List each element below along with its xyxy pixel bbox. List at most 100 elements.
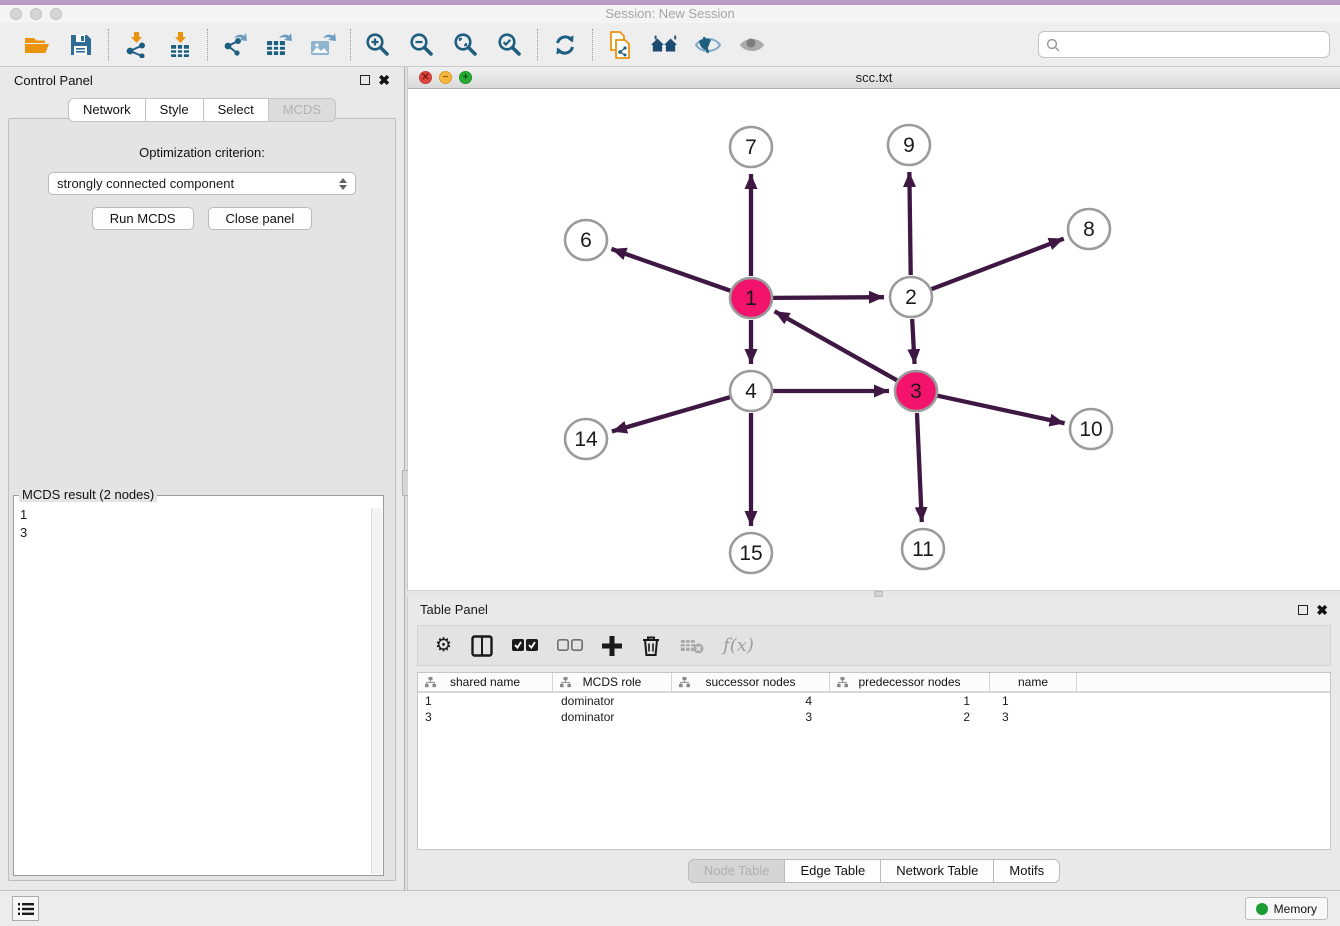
eye-icon[interactable] <box>738 31 766 59</box>
column-header-predecessor-nodes[interactable]: predecessor nodes <box>830 673 990 691</box>
save-session-icon[interactable] <box>67 31 95 59</box>
refresh-view-icon[interactable] <box>551 31 579 59</box>
edge-3-1[interactable] <box>775 311 897 380</box>
graph-node-8[interactable]: 8 <box>1068 209 1110 249</box>
task-history-button[interactable] <box>12 896 39 921</box>
clone-network-icon[interactable] <box>606 31 634 59</box>
optimization-criterion-dropdown[interactable]: strongly connected component <box>48 172 356 195</box>
mcds-result-list: 1 3 <box>20 506 365 873</box>
tab-network[interactable]: Network <box>68 98 146 122</box>
zoom-out-icon[interactable] <box>408 31 436 59</box>
horizontal-splitter[interactable] <box>407 590 1340 597</box>
network-window-titlebar[interactable]: ✕ − + scc.txt <box>408 67 1340 89</box>
result-scrollbar[interactable] <box>371 508 382 874</box>
table-cell[interactable]: dominator <box>553 710 672 724</box>
svg-text:7: 7 <box>745 136 757 159</box>
eye-slash-icon[interactable] <box>694 31 722 59</box>
graph-node-4[interactable]: 4 <box>730 371 772 411</box>
zoom-selected-icon[interactable] <box>496 31 524 59</box>
tab-mcds[interactable]: MCDS <box>269 98 336 122</box>
table-row[interactable]: 3dominator323 <box>418 709 1330 725</box>
tab-node-table[interactable]: Node Table <box>688 859 786 883</box>
export-network-icon[interactable] <box>221 31 249 59</box>
edge-3-10[interactable] <box>937 396 1064 424</box>
graph-node-2[interactable]: 2 <box>890 277 932 317</box>
memory-status-icon <box>1256 903 1268 915</box>
table-cell[interactable]: 1 <box>830 694 990 708</box>
show-columns-icon[interactable] <box>471 633 493 659</box>
edge-3-11[interactable] <box>917 413 922 522</box>
edge-2-9[interactable] <box>909 172 910 275</box>
table-row[interactable]: 1dominator411 <box>418 693 1330 709</box>
window-title: Session: New Session <box>0 6 1340 21</box>
delete-column-icon[interactable] <box>641 633 661 659</box>
table-cell[interactable]: 3 <box>990 710 1077 724</box>
node-table[interactable]: shared nameMCDS rolesuccessor nodesprede… <box>417 672 1331 850</box>
float-panel-icon[interactable] <box>1298 605 1308 615</box>
close-panel-icon[interactable]: ✖ <box>378 75 390 85</box>
graph-node-1[interactable]: 1 <box>730 278 772 318</box>
add-column-icon[interactable] <box>602 633 622 659</box>
run-mcds-button[interactable]: Run MCDS <box>92 207 194 230</box>
zoom-fit-icon[interactable] <box>452 31 480 59</box>
table-cell[interactable]: dominator <box>553 694 672 708</box>
export-table-icon[interactable] <box>265 31 293 59</box>
tab-edge-table[interactable]: Edge Table <box>785 859 881 883</box>
tab-select[interactable]: Select <box>204 98 269 122</box>
close-panel-button[interactable]: Close panel <box>208 207 313 230</box>
edge-4-14[interactable] <box>612 397 730 431</box>
node-table-header[interactable]: shared nameMCDS rolesuccessor nodesprede… <box>418 673 1330 693</box>
svg-text:9: 9 <box>903 134 915 157</box>
edge-2-3[interactable] <box>912 319 914 364</box>
export-image-icon[interactable] <box>309 31 337 59</box>
column-header-successor-nodes[interactable]: successor nodes <box>672 673 830 691</box>
graph-node-7[interactable]: 7 <box>730 127 772 167</box>
column-header-shared-name[interactable]: shared name <box>418 673 553 691</box>
home-icon[interactable] <box>650 31 678 59</box>
search-field[interactable] <box>1038 31 1330 58</box>
network-graph[interactable]: 7 9 6 8 1 2 4 3 14 10 15 11 <box>408 89 1340 590</box>
import-table-icon[interactable] <box>166 31 194 59</box>
destroy-table-icon[interactable] <box>680 633 704 659</box>
search-input[interactable] <box>1065 37 1322 52</box>
tab-network-table[interactable]: Network Table <box>881 859 994 883</box>
table-cell[interactable]: 3 <box>418 710 553 724</box>
svg-text:10: 10 <box>1079 418 1102 441</box>
list-icon <box>18 902 34 916</box>
edge-1-2[interactable] <box>773 297 884 298</box>
svg-text:11: 11 <box>912 538 934 561</box>
import-network-icon[interactable] <box>122 31 150 59</box>
search-icon <box>1046 38 1060 52</box>
graph-node-10[interactable]: 10 <box>1070 409 1112 449</box>
dropdown-value: strongly connected component <box>57 176 234 191</box>
memory-button[interactable]: Memory <box>1245 897 1328 920</box>
graph-node-14[interactable]: 14 <box>565 419 607 459</box>
float-panel-icon[interactable] <box>360 75 370 85</box>
node-table-body[interactable]: 1dominator4113dominator323 <box>418 693 1330 725</box>
table-cell[interactable]: 2 <box>830 710 990 724</box>
graph-node-11[interactable]: 11 <box>902 529 944 569</box>
graph-node-3[interactable]: 3 <box>895 371 937 411</box>
tab-style[interactable]: Style <box>146 98 204 122</box>
network-canvas[interactable]: 7 9 6 8 1 2 4 3 14 10 15 11 <box>408 89 1340 590</box>
column-settings-icon[interactable]: ⚙ <box>435 633 452 659</box>
zoom-in-icon[interactable] <box>364 31 392 59</box>
unselect-all-rows-icon[interactable] <box>557 633 583 659</box>
table-cell[interactable]: 1 <box>418 694 553 708</box>
table-cell[interactable]: 3 <box>672 710 830 724</box>
edge-1-6[interactable] <box>611 249 730 291</box>
graph-node-6[interactable]: 6 <box>565 220 607 260</box>
svg-text:3: 3 <box>910 380 922 403</box>
select-all-rows-icon[interactable] <box>512 633 538 659</box>
close-panel-icon[interactable]: ✖ <box>1316 605 1328 615</box>
tab-motifs[interactable]: Motifs <box>994 859 1060 883</box>
column-header-MCDS-role[interactable]: MCDS role <box>553 673 672 691</box>
graph-node-9[interactable]: 9 <box>888 125 930 165</box>
graph-node-15[interactable]: 15 <box>730 533 772 573</box>
open-session-icon[interactable] <box>23 31 51 59</box>
column-header-name[interactable]: name <box>990 673 1077 691</box>
edge-2-8[interactable] <box>932 239 1064 290</box>
table-cell[interactable]: 1 <box>990 694 1077 708</box>
table-cell[interactable]: 4 <box>672 694 830 708</box>
function-builder-icon[interactable]: f(x) <box>723 633 754 659</box>
